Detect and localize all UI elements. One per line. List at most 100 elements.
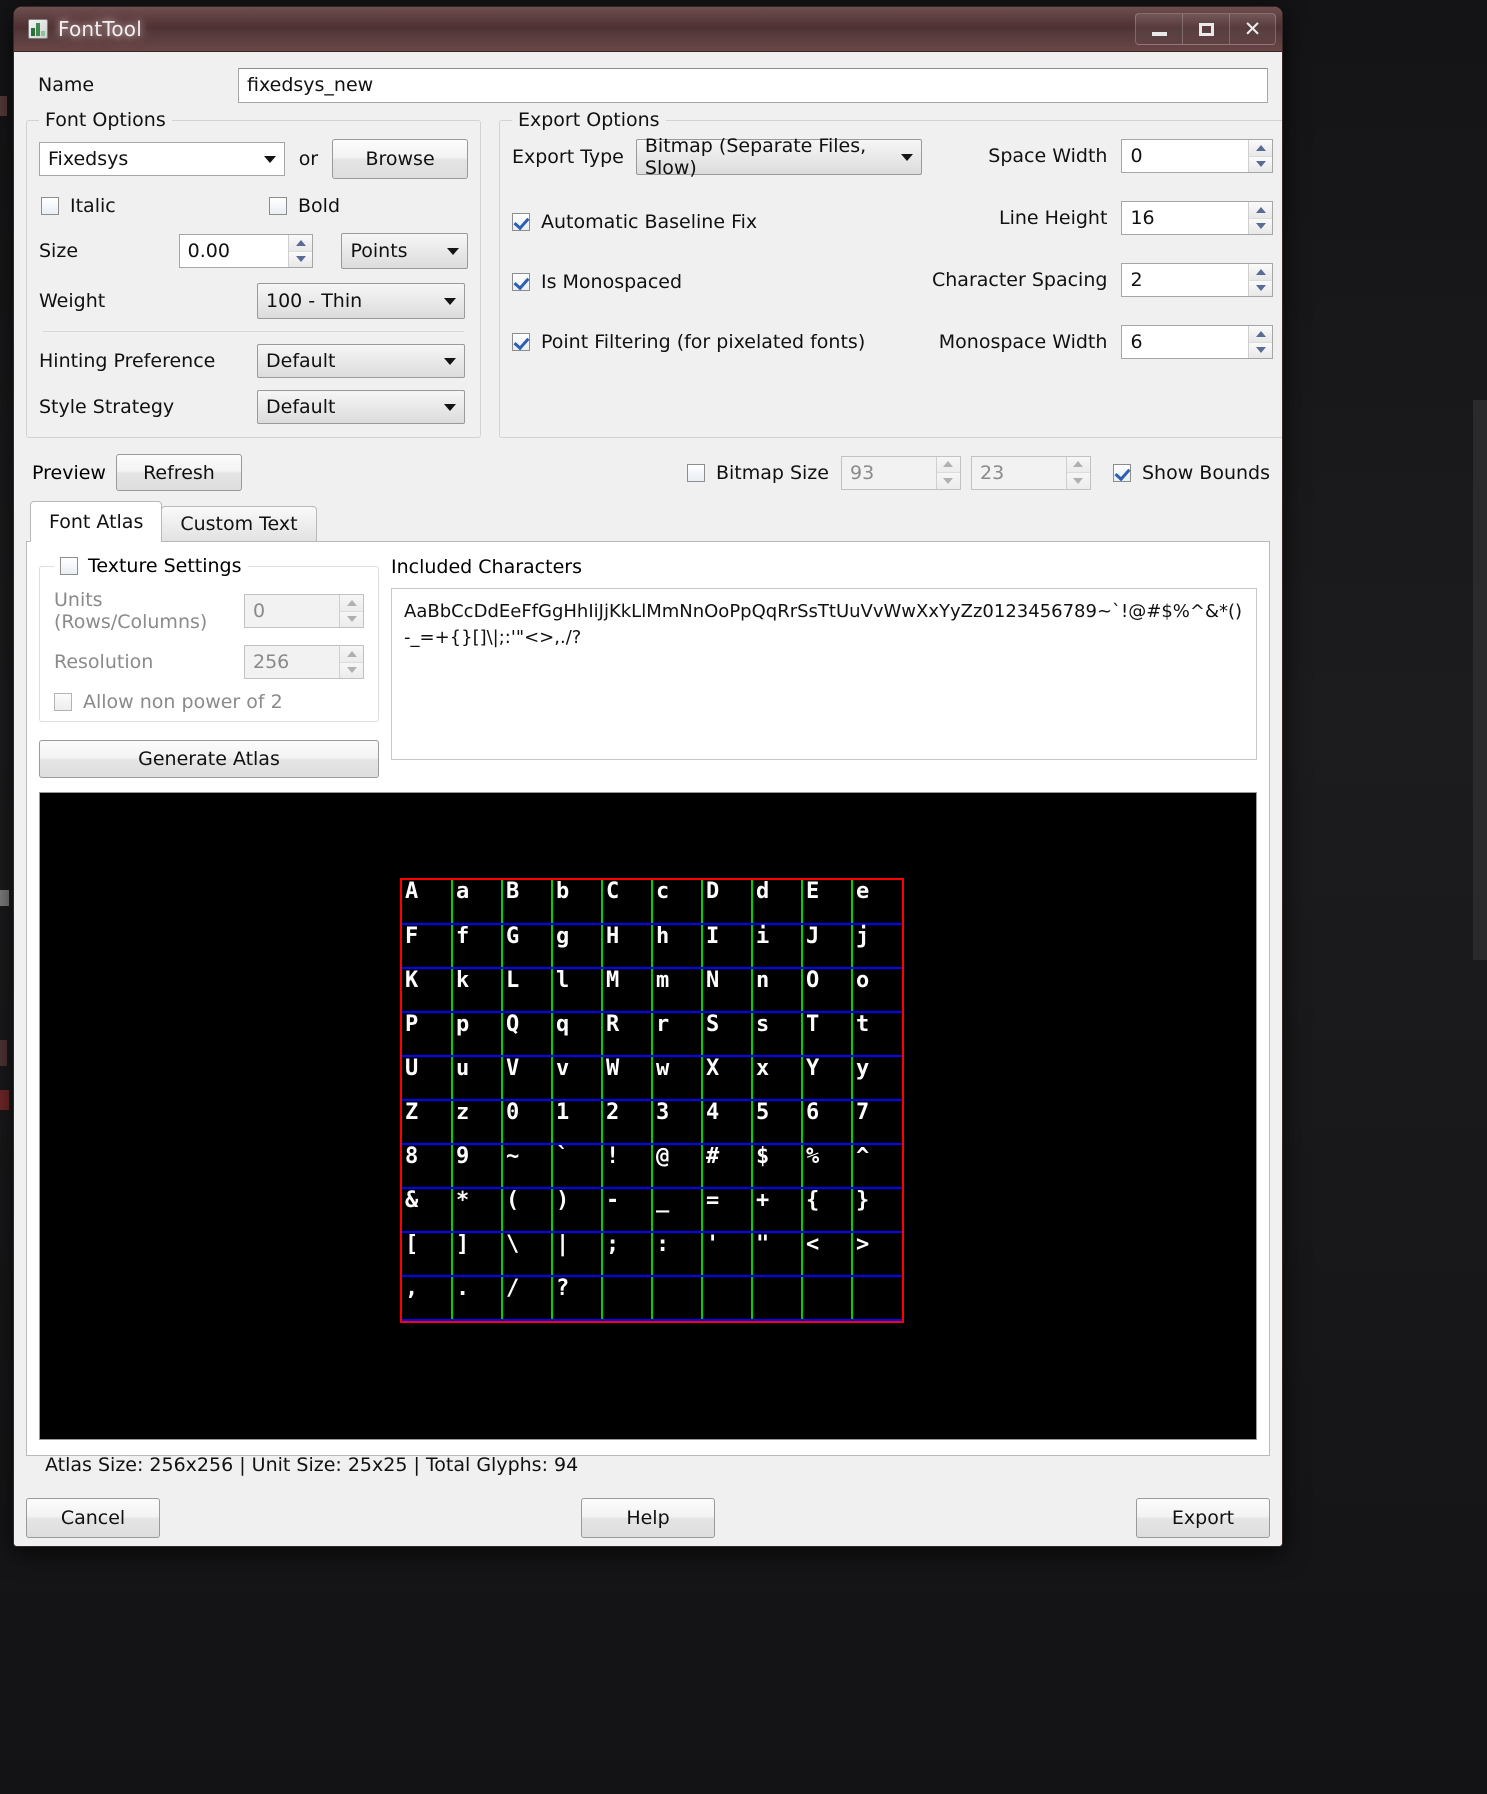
font-family-value: Fixedsys	[48, 148, 129, 170]
atlas-glyph-cell: "	[751, 1232, 802, 1277]
bitmap-height-stepper[interactable]: 23	[970, 455, 1091, 490]
font-family-select[interactable]: Fixedsys	[39, 142, 285, 176]
is-monospaced-checkbox[interactable]: Is Monospaced	[512, 271, 682, 293]
preview-label: Preview	[32, 461, 106, 484]
stepper-up-button[interactable]	[1066, 456, 1090, 473]
space-width-stepper[interactable]: 0	[1121, 139, 1274, 173]
atlas-glyph-cell: ,	[402, 1276, 452, 1321]
stepper-buttons[interactable]	[935, 456, 960, 489]
atlas-glyph-cell: J	[801, 924, 852, 969]
checkbox-icon	[269, 197, 287, 215]
stepper-up-button[interactable]	[1249, 264, 1273, 281]
stepper-buttons[interactable]	[1065, 456, 1090, 489]
font-family-row: Fixedsys or Browse	[39, 139, 468, 179]
style-strategy-label: Style Strategy	[39, 396, 175, 418]
atlas-glyph-cell: _	[651, 1188, 702, 1233]
resolution-stepper[interactable]: 256	[244, 645, 364, 679]
atlas-glyph-cell: j	[851, 924, 902, 969]
size-stepper[interactable]: 0.00	[178, 234, 314, 268]
caret-down-icon	[943, 477, 954, 484]
stepper-down-button[interactable]	[1249, 218, 1273, 234]
background-sliver	[0, 890, 9, 906]
cancel-button[interactable]: Cancel	[26, 1498, 160, 1538]
line-height-row: Line Height 16	[932, 201, 1274, 235]
close-button[interactable]: ✕	[1229, 13, 1276, 45]
stepper-down-button[interactable]	[289, 251, 313, 267]
point-filtering-label: Point Filtering (for pixelated fonts)	[541, 331, 866, 353]
maximize-button[interactable]	[1182, 13, 1229, 45]
stepper-down-button[interactable]	[1249, 156, 1273, 172]
help-button[interactable]: Help	[581, 1498, 715, 1538]
atlas-glyph-cell: ~	[501, 1144, 552, 1189]
tab-font-atlas[interactable]: Font Atlas	[30, 501, 163, 542]
stepper-up-button[interactable]	[340, 646, 363, 663]
automatic-baseline-fix-checkbox[interactable]: Automatic Baseline Fix	[512, 211, 757, 233]
point-filtering-checkbox[interactable]: Point Filtering (for pixelated fonts)	[512, 331, 865, 353]
stepper-down-button[interactable]	[1066, 473, 1090, 489]
hinting-select[interactable]: Default	[257, 344, 465, 378]
bold-checkbox[interactable]: Bold	[269, 195, 340, 217]
export-options-title: Export Options	[512, 109, 666, 131]
size-row: Size 0.00 Points	[39, 233, 468, 269]
stepper-down-button[interactable]	[340, 611, 363, 627]
bitmap-width-stepper[interactable]: 93	[840, 455, 961, 490]
character-spacing-stepper[interactable]: 2	[1121, 263, 1274, 297]
export-type-label: Export Type	[512, 146, 624, 168]
stepper-buttons[interactable]	[1248, 326, 1273, 358]
stepper-buttons[interactable]	[1248, 140, 1273, 172]
export-button[interactable]: Export	[1136, 1498, 1270, 1538]
monospace-width-stepper[interactable]: 6	[1121, 325, 1274, 359]
stepper-buttons[interactable]	[288, 235, 313, 267]
stepper-up-button[interactable]	[289, 235, 313, 252]
atlas-glyph-cell: >	[851, 1232, 902, 1277]
stepper-down-button[interactable]	[1249, 342, 1273, 358]
atlas-preview-canvas[interactable]: AaBbCcDdEeFfGgHhIiJjKkLlMmNnOoPpQqRrSsTt…	[39, 792, 1257, 1440]
name-row: Name fixedsys_new	[26, 64, 1270, 106]
export-type-select[interactable]: Bitmap (Separate Files, Slow)	[635, 135, 922, 179]
character-spacing-row: Character Spacing 2	[932, 263, 1274, 297]
stepper-down-button[interactable]	[936, 473, 960, 489]
generate-atlas-button[interactable]: Generate Atlas	[39, 740, 379, 778]
title-bar[interactable]: FontTool ✕	[14, 7, 1282, 52]
stepper-up-button[interactable]	[1249, 140, 1273, 157]
stepper-up-button[interactable]	[936, 456, 960, 473]
atlas-glyph-cell: i	[751, 924, 802, 969]
name-input[interactable]: fixedsys_new	[238, 67, 1268, 103]
stepper-buttons[interactable]	[1248, 202, 1273, 234]
included-characters-input[interactable]: AaBbCcDdEeFfGgHhIiJjKkLlMmNnOoPpQqRrSsTt…	[391, 588, 1257, 760]
atlas-glyph-cell: &	[402, 1188, 452, 1233]
stepper-buttons[interactable]	[339, 646, 363, 678]
browse-button[interactable]: Browse	[332, 139, 468, 179]
atlas-glyph-cell: D	[701, 880, 752, 925]
tab-custom-text[interactable]: Custom Text	[161, 506, 317, 542]
italic-checkbox[interactable]: Italic	[41, 195, 269, 217]
bitmap-width-value: 93	[849, 461, 875, 484]
weight-select[interactable]: 100 - Thin	[257, 283, 465, 319]
style-strategy-select[interactable]: Default	[257, 390, 465, 424]
atlas-glyph-cell: 2	[601, 1100, 652, 1145]
units-stepper[interactable]: 0	[244, 594, 364, 628]
show-bounds-checkbox[interactable]: Show Bounds	[1112, 462, 1270, 484]
atlas-glyph-cell: N	[701, 968, 752, 1013]
atlas-glyph-cell: .	[451, 1276, 502, 1321]
units-row: Units (Rows/Columns) 0	[54, 589, 364, 633]
stepper-up-button[interactable]	[1249, 326, 1273, 343]
stepper-down-button[interactable]	[1249, 280, 1273, 296]
texture-settings-header[interactable]: Texture Settings	[54, 555, 248, 577]
atlas-glyph-cell: n	[751, 968, 802, 1013]
stepper-up-button[interactable]	[1249, 202, 1273, 219]
atlas-glyph-cell: 6	[801, 1100, 852, 1145]
size-units-select[interactable]: Points	[341, 233, 468, 269]
bitmap-size-checkbox[interactable]: Bitmap Size	[686, 462, 829, 484]
atlas-glyph-cell: 8	[402, 1144, 452, 1189]
stepper-buttons[interactable]	[339, 595, 363, 627]
stepper-buttons[interactable]	[1248, 264, 1273, 296]
refresh-button[interactable]: Refresh	[115, 454, 242, 491]
atlas-row: UuVvWwXxYy	[402, 1056, 902, 1101]
minimize-button[interactable]	[1135, 13, 1182, 45]
stepper-up-button[interactable]	[340, 595, 363, 612]
atlas-glyph-cell: O	[801, 968, 852, 1013]
stepper-down-button[interactable]	[340, 662, 363, 678]
allow-non-power-of-two-checkbox[interactable]: Allow non power of 2	[54, 691, 283, 713]
line-height-stepper[interactable]: 16	[1121, 201, 1274, 235]
